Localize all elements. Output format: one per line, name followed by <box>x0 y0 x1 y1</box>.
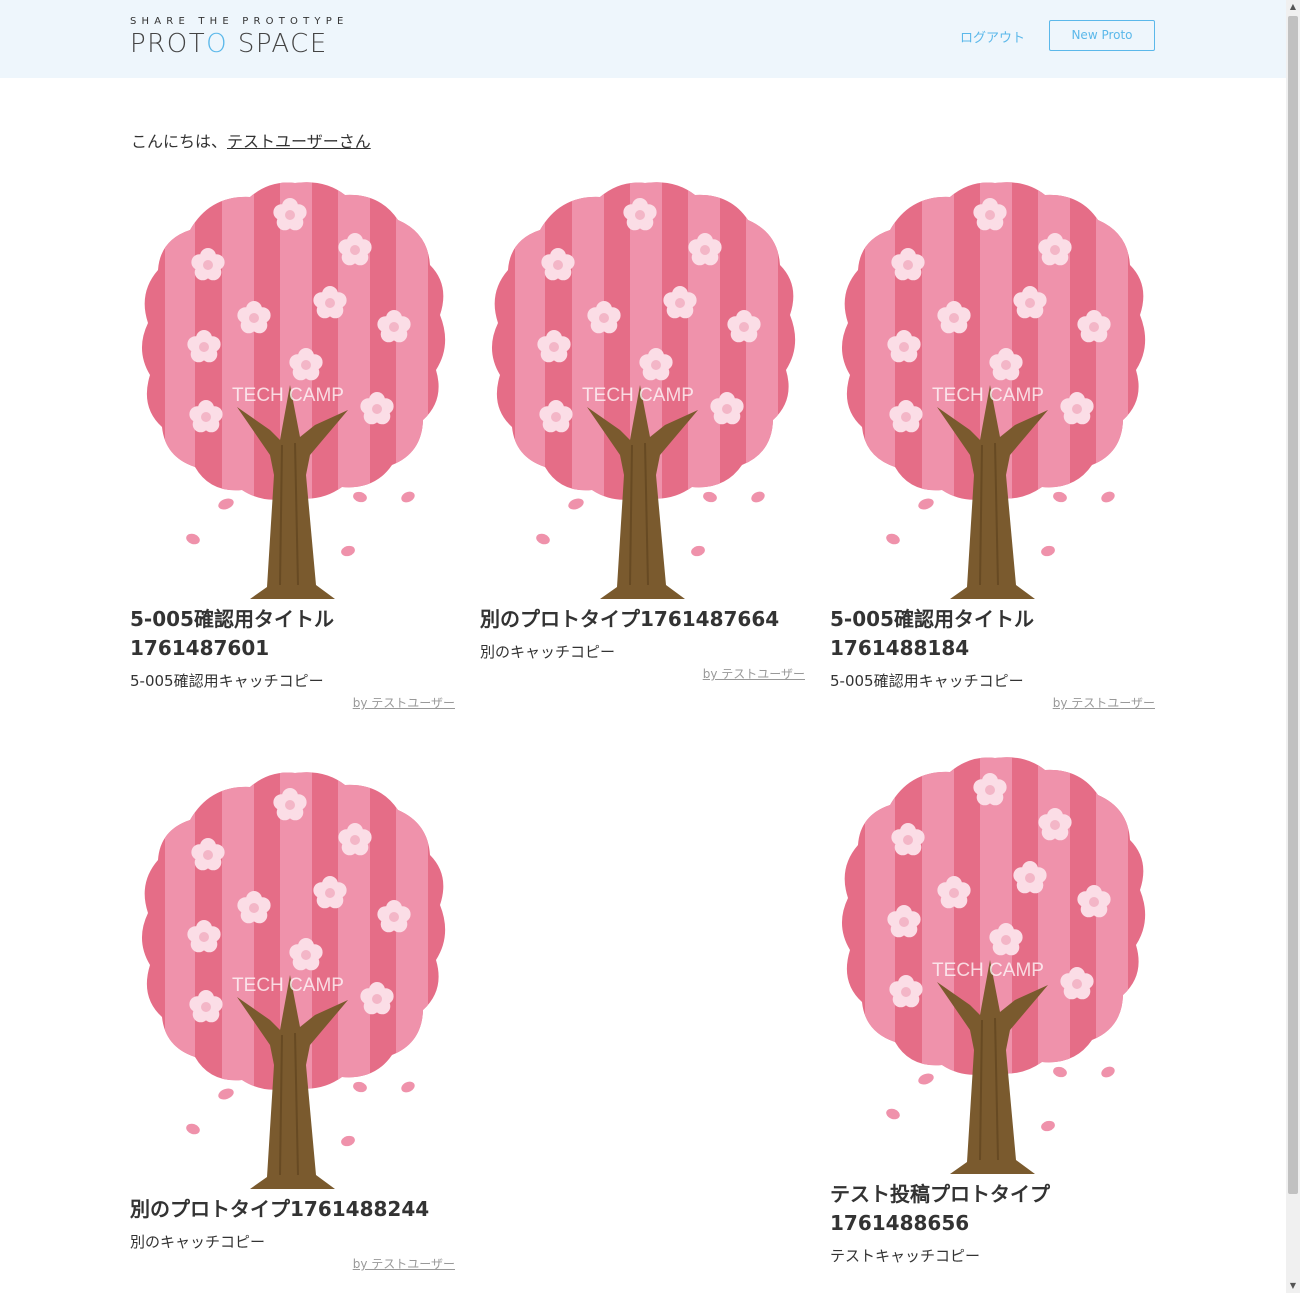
greeting-prefix: こんにちは、 <box>131 132 228 151</box>
scroll-up-arrow-icon[interactable]: ▲ <box>1286 0 1300 14</box>
logo-tagline: SHARE THE PROTOTYPE <box>130 16 349 27</box>
prototype-image: TECH CAMP <box>830 175 1155 605</box>
user-profile-link[interactable]: テストユーザーさん <box>227 132 371 151</box>
image-watermark: TECH CAMP <box>232 385 344 406</box>
site-logo[interactable]: SHARE THE PROTOTYPE PROTO SPACE <box>130 16 349 62</box>
logo-name: PROTO SPACE <box>130 29 328 59</box>
image-watermark: TECH CAMP <box>932 385 1044 406</box>
prototype-catch-copy: 5-005確認用キャッチコピー <box>830 672 1024 690</box>
prototype-author[interactable]: by テストユーザー <box>130 1255 455 1272</box>
image-watermark: TECH CAMP <box>932 960 1044 981</box>
logout-link[interactable]: ログアウト <box>960 27 1025 46</box>
scroll-down-arrow-icon[interactable]: ▼ <box>1286 1279 1300 1293</box>
prototype-image: TECH CAMP <box>130 175 455 605</box>
prototype-image: TECH CAMP <box>830 750 1155 1180</box>
prototype-card: TECH CAMP 5-005確認用タイトル1761488184 5-005確認… <box>830 175 1155 711</box>
prototype-image-link[interactable]: TECH CAMP <box>480 175 805 605</box>
new-proto-button[interactable]: New Proto <box>1049 20 1155 51</box>
prototype-title-link[interactable]: 別のプロトタイプ1761488244 <box>130 1195 455 1224</box>
prototype-image: TECH CAMP <box>480 175 805 605</box>
scrollbar-thumb[interactable] <box>1288 16 1298 1194</box>
prototype-title-link[interactable]: 別のプロトタイプ1761487664 <box>480 605 805 634</box>
prototype-catch-copy: 別のキャッチコピー <box>130 1233 266 1251</box>
prototype-catch-copy: 5-005確認用キャッチコピー <box>130 672 324 690</box>
prototype-card: TECH CAMP テスト投稿プロトタイプ1761488656 テストキャッチコ… <box>830 750 1155 1266</box>
prototype-image: TECH CAMP <box>130 765 455 1195</box>
prototype-author[interactable]: by テストユーザー <box>130 694 455 711</box>
image-watermark: TECH CAMP <box>582 385 694 406</box>
prototype-title-link[interactable]: テスト投稿プロトタイプ1761488656 <box>830 1180 1060 1238</box>
image-watermark: TECH CAMP <box>232 975 344 996</box>
prototype-card: TECH CAMP 別のプロトタイプ1761488244 別のキャッチコピー b… <box>130 765 455 1272</box>
prototype-image-link[interactable]: TECH CAMP <box>130 175 455 605</box>
page-scrollbar[interactable]: ▲ ▼ <box>1286 0 1300 1293</box>
prototype-catch-copy: テストキャッチコピー <box>830 1247 981 1265</box>
greeting: こんにちは、テストユーザーさん <box>131 128 371 152</box>
prototype-author[interactable]: by テストユーザー <box>830 694 1155 711</box>
prototype-image-link[interactable]: TECH CAMP <box>830 750 1155 1180</box>
prototype-title-link[interactable]: 5-005確認用タイトル1761488184 <box>830 605 1155 663</box>
site-header: SHARE THE PROTOTYPE PROTO SPACE ログアウト Ne… <box>0 0 1286 78</box>
prototype-card: TECH CAMP 5-005確認用タイトル1761487601 5-005確認… <box>130 175 455 711</box>
prototype-image-link[interactable]: TECH CAMP <box>830 175 1155 605</box>
prototype-card: TECH CAMP 別のプロトタイプ1761487664 別のキャッチコピー b… <box>480 175 805 682</box>
prototype-title-link[interactable]: 5-005確認用タイトル1761487601 <box>130 605 455 663</box>
prototype-catch-copy: 別のキャッチコピー <box>480 643 616 661</box>
prototype-author[interactable]: by テストユーザー <box>480 665 805 682</box>
prototype-image-link[interactable]: TECH CAMP <box>130 765 455 1195</box>
